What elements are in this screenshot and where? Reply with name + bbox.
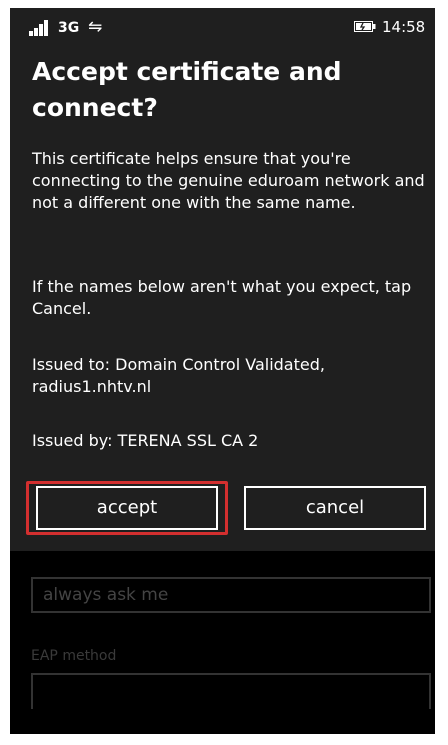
data-sync-icon: ⇋	[88, 17, 103, 37]
dialog-title: Accept certificate and connect?	[32, 57, 342, 122]
status-bar: 3G ⇋ 14:58	[10, 8, 435, 46]
certificate-description: This certificate helps ensure that you'r…	[32, 149, 425, 212]
phone-screen: 3G ⇋ 14:58 Accept certificate and connec…	[10, 8, 435, 734]
battery-charging-icon	[354, 21, 376, 32]
network-type: 3G	[58, 20, 80, 36]
cancel-hint: If the names below aren't what you expec…	[32, 277, 412, 318]
issued-to: Issued to: Domain Control Validated, rad…	[32, 355, 325, 396]
issued-by: Issued by: TERENA SSL CA 2	[32, 431, 259, 450]
signal-bars-icon	[29, 20, 51, 36]
cancel-button[interactable]: cancel	[244, 486, 426, 530]
eap-method-field	[31, 673, 431, 709]
accept-button[interactable]: accept	[36, 486, 218, 530]
eap-method-label: EAP method	[31, 648, 117, 664]
clock: 14:58	[382, 18, 426, 36]
certificate-option-field: always ask me	[31, 577, 431, 613]
certificate-dialog: 3G ⇋ 14:58 Accept certificate and connec…	[10, 8, 435, 551]
